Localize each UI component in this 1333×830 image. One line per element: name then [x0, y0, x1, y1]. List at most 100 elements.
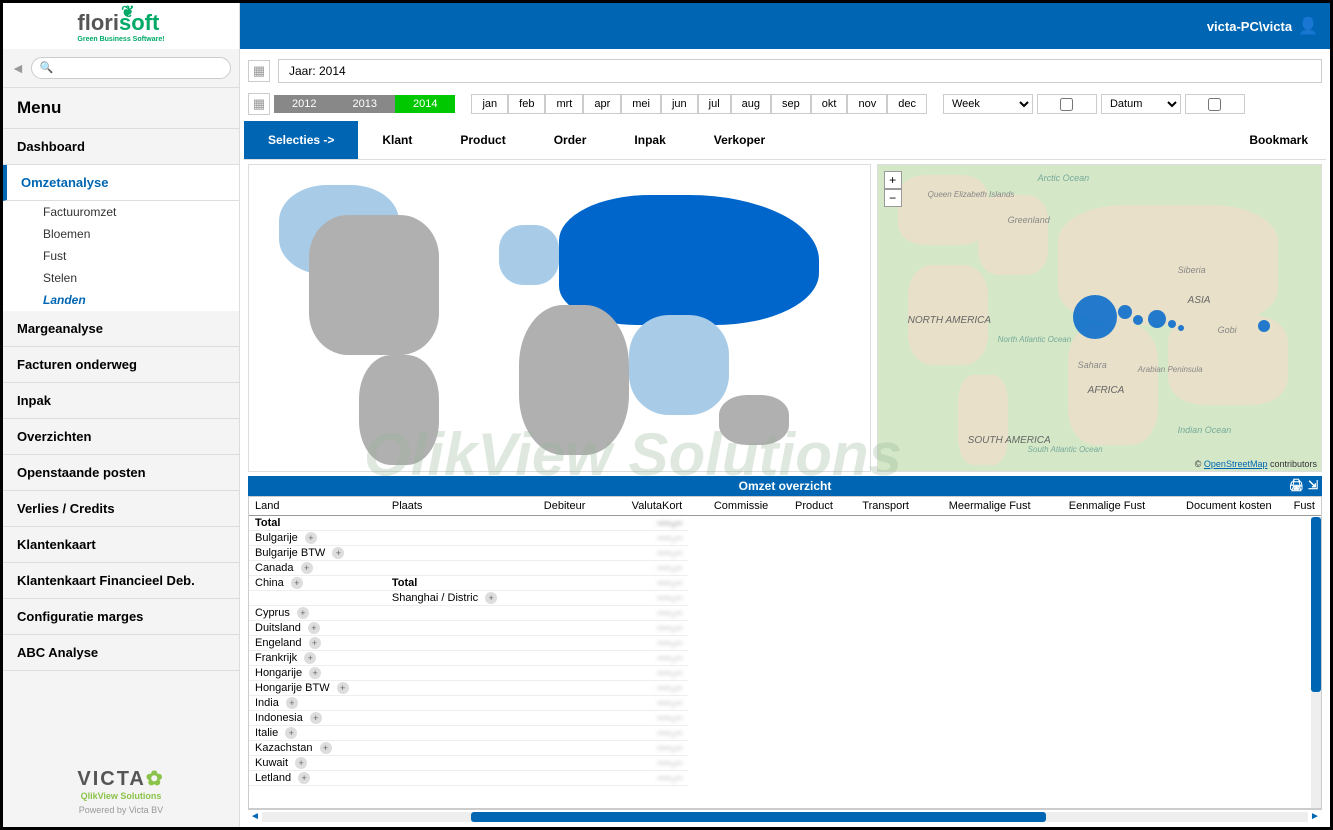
- expand-icon[interactable]: +: [337, 682, 349, 694]
- expand-icon[interactable]: +: [309, 667, 321, 679]
- revenue-table[interactable]: LandPlaatsDebiteurValutaKortCommissiePro…: [249, 497, 1321, 786]
- export-icon[interactable]: ⇲: [1308, 478, 1318, 492]
- menu-item-facturen-onderweg[interactable]: Facturen onderweg: [3, 347, 239, 383]
- calendar-icon-2[interactable]: ▦: [248, 93, 270, 115]
- print-icon[interactable]: 🖨: [1289, 478, 1304, 492]
- calendar-icon[interactable]: ▦: [248, 60, 270, 82]
- map-bubble[interactable]: [1148, 310, 1166, 328]
- expand-icon[interactable]: +: [297, 607, 309, 619]
- scroll-right-icon[interactable]: ►: [1308, 811, 1322, 822]
- column-header[interactable]: Debiteur: [538, 497, 607, 516]
- search-input[interactable]: [31, 57, 231, 79]
- month-button-jun[interactable]: jun: [661, 94, 698, 114]
- map-bubble[interactable]: [1118, 305, 1132, 319]
- table-row[interactable]: Kuwait +----,--: [249, 756, 1321, 771]
- map-bubble[interactable]: [1073, 295, 1117, 339]
- table-row[interactable]: Canada +----,--: [249, 561, 1321, 576]
- column-header[interactable]: ValutaKort: [607, 497, 688, 516]
- table-row[interactable]: Hongarije BTW +----,--: [249, 681, 1321, 696]
- expand-icon[interactable]: +: [332, 547, 344, 559]
- column-header[interactable]: Land: [249, 497, 386, 516]
- month-button-okt[interactable]: okt: [811, 94, 848, 114]
- month-button-nov[interactable]: nov: [847, 94, 887, 114]
- scroll-left-icon[interactable]: ◄: [248, 811, 262, 822]
- menu-item-verlies-credits[interactable]: Verlies / Credits: [3, 491, 239, 527]
- column-header[interactable]: Transport: [839, 497, 915, 516]
- zoom-in-button[interactable]: +: [884, 171, 902, 189]
- submenu-item-factuuromzet[interactable]: Factuuromzet: [3, 201, 239, 223]
- osm-link[interactable]: OpenStreetMap: [1204, 459, 1268, 469]
- column-header[interactable]: Document kosten: [1151, 497, 1277, 516]
- vertical-scrollbar[interactable]: [1311, 517, 1321, 808]
- bookmark-button[interactable]: Bookmark: [1231, 121, 1326, 159]
- tab-inpak[interactable]: Inpak: [610, 121, 689, 159]
- month-button-sep[interactable]: sep: [771, 94, 811, 114]
- menu-item-dashboard[interactable]: Dashboard: [3, 129, 239, 165]
- month-button-aug[interactable]: aug: [731, 94, 771, 114]
- expand-icon[interactable]: +: [309, 637, 321, 649]
- table-row[interactable]: Italie +----,--: [249, 726, 1321, 741]
- column-header[interactable]: Meermalige Fust: [915, 497, 1037, 516]
- month-button-mei[interactable]: mei: [621, 94, 661, 114]
- expand-icon[interactable]: +: [305, 532, 317, 544]
- table-row[interactable]: Indonesia +----,--: [249, 711, 1321, 726]
- user-icon[interactable]: 👤: [1298, 16, 1318, 36]
- week-check[interactable]: [1037, 94, 1097, 114]
- menu-item-openstaande-posten[interactable]: Openstaande posten: [3, 455, 239, 491]
- year-button-2012[interactable]: 2012: [274, 95, 334, 113]
- table-row[interactable]: Hongarije +----,--: [249, 666, 1321, 681]
- column-header[interactable]: Plaats: [386, 497, 538, 516]
- menu-item-klantenkaart-financieel-deb-[interactable]: Klantenkaart Financieel Deb.: [3, 563, 239, 599]
- month-button-jul[interactable]: jul: [698, 94, 731, 114]
- expand-icon[interactable]: +: [301, 562, 313, 574]
- column-header[interactable]: Eenmalige Fust: [1037, 497, 1152, 516]
- horizontal-scrollbar[interactable]: ◄ ►: [248, 809, 1322, 823]
- table-row[interactable]: Total----,--: [249, 516, 1321, 531]
- expand-icon[interactable]: +: [286, 697, 298, 709]
- month-button-jan[interactable]: jan: [471, 94, 508, 114]
- expand-icon[interactable]: +: [291, 577, 303, 589]
- table-row[interactable]: Bulgarije +----,--: [249, 531, 1321, 546]
- column-header[interactable]: Product: [774, 497, 839, 516]
- tab-verkoper[interactable]: Verkoper: [690, 121, 789, 159]
- menu-item-abc-analyse[interactable]: ABC Analyse: [3, 635, 239, 671]
- table-row[interactable]: Shanghai / Distric +----,--: [249, 591, 1321, 606]
- month-button-apr[interactable]: apr: [583, 94, 621, 114]
- datum-check[interactable]: [1185, 94, 1245, 114]
- menu-item-overzichten[interactable]: Overzichten: [3, 419, 239, 455]
- month-button-mrt[interactable]: mrt: [545, 94, 583, 114]
- column-header[interactable]: Fust: [1278, 497, 1321, 516]
- menu-item-configuratie-marges[interactable]: Configuratie marges: [3, 599, 239, 635]
- table-row[interactable]: Engeland +----,--: [249, 636, 1321, 651]
- submenu-item-fust[interactable]: Fust: [3, 245, 239, 267]
- map-bubble[interactable]: [1168, 320, 1176, 328]
- year-filter-box[interactable]: Jaar: 2014: [278, 59, 1322, 83]
- expand-icon[interactable]: +: [308, 622, 320, 634]
- tab-selecties-[interactable]: Selecties ->: [244, 121, 358, 159]
- tab-klant[interactable]: Klant: [358, 121, 436, 159]
- table-row[interactable]: India +----,--: [249, 696, 1321, 711]
- expand-icon[interactable]: +: [485, 592, 497, 604]
- table-row[interactable]: Duitsland +----,--: [249, 621, 1321, 636]
- tab-product[interactable]: Product: [436, 121, 529, 159]
- map-bubble[interactable]: [1178, 325, 1184, 331]
- expand-icon[interactable]: +: [310, 712, 322, 724]
- map-bubble[interactable]: [1133, 315, 1143, 325]
- table-row[interactable]: Bulgarije BTW +----,--: [249, 546, 1321, 561]
- expand-icon[interactable]: +: [304, 652, 316, 664]
- menu-item-omzetanalyse[interactable]: Omzetanalyse: [3, 165, 239, 201]
- week-dropdown[interactable]: Week: [943, 94, 1033, 114]
- table-row[interactable]: Cyprus +----,--: [249, 606, 1321, 621]
- tab-order[interactable]: Order: [530, 121, 611, 159]
- menu-item-inpak[interactable]: Inpak: [3, 383, 239, 419]
- table-row[interactable]: Letland +----,--: [249, 771, 1321, 786]
- world-map-bubbles[interactable]: Arctic Ocean Greenland Queen Elizabeth I…: [877, 164, 1322, 472]
- expand-icon[interactable]: +: [298, 772, 310, 784]
- menu-item-margeanalyse[interactable]: Margeanalyse: [3, 311, 239, 347]
- back-icon[interactable]: ◄: [11, 60, 25, 76]
- map-bubble[interactable]: [1258, 320, 1270, 332]
- submenu-item-stelen[interactable]: Stelen: [3, 267, 239, 289]
- datum-dropdown[interactable]: Datum: [1101, 94, 1181, 114]
- zoom-out-button[interactable]: −: [884, 189, 902, 207]
- expand-icon[interactable]: +: [320, 742, 332, 754]
